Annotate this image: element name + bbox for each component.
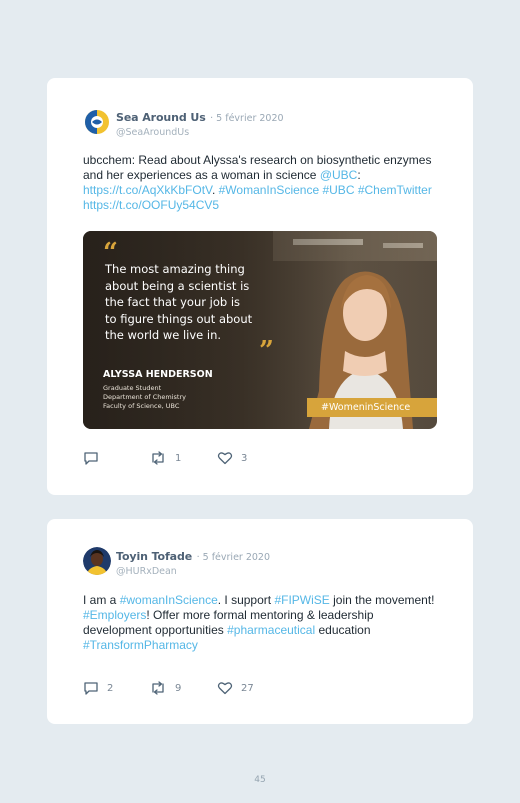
page-number: 45 <box>254 775 266 785</box>
retweet-icon <box>152 681 164 695</box>
heart-icon <box>217 682 233 695</box>
hashtag-link[interactable]: #FIPWiSE <box>274 593 329 607</box>
hashtag-link[interactable]: #ChemTwitter <box>358 183 432 197</box>
hashtag-link[interactable]: #Employers <box>83 608 146 622</box>
reply-icon <box>84 682 98 695</box>
retweet-count: 9 <box>175 682 182 694</box>
tweet-actions: 1 3 <box>83 451 247 465</box>
media-quote: The most amazing thing about being a sci… <box>105 261 285 344</box>
role-line: Graduate Student <box>103 384 162 392</box>
author-name[interactable]: Toyin Tofade <box>116 550 192 563</box>
reply-button[interactable] <box>83 451 149 465</box>
like-button[interactable]: 3 <box>217 451 247 465</box>
url-link[interactable]: https://t.co/AqXkKbFOtV <box>83 183 212 197</box>
sea-around-us-logo-icon <box>83 108 111 136</box>
text-segment: . I support <box>217 593 275 607</box>
hashtag-link[interactable]: #UBC <box>322 183 354 197</box>
avatar[interactable] <box>83 108 111 136</box>
role-line: Faculty of Science, UBC <box>103 402 180 410</box>
tweet-card-2: Toyin Tofade · 5 février 2020 @HURxDean … <box>47 519 473 724</box>
hashtag-link[interactable]: #TransformPharmacy <box>83 638 198 652</box>
tweet-card-1: Sea Around Us · 5 février 2020 @SeaAroun… <box>47 78 473 495</box>
banner-text: #WomeninScience <box>321 402 411 413</box>
heart-icon <box>217 452 233 465</box>
role-line: Department of Chemistry <box>103 393 186 401</box>
mention-link[interactable]: @UBC <box>320 168 358 182</box>
tweet-media-image[interactable]: “ ” The most amazing thing about being a… <box>83 231 437 429</box>
retweet-button[interactable]: 1 <box>149 451 217 465</box>
profile-photo-icon <box>83 547 111 575</box>
retweet-button[interactable]: 9 <box>149 681 217 695</box>
reply-button[interactable]: 2 <box>83 681 149 695</box>
retweet-count: 1 <box>175 452 182 464</box>
tweet-text: ubcchem: Read about Alyssa's research on… <box>83 153 443 213</box>
tweet-actions: 2 9 27 <box>83 681 254 695</box>
text-segment: . <box>211 183 219 197</box>
author-name[interactable]: Sea Around Us <box>116 111 206 124</box>
text-segment: join the movement! <box>329 593 435 607</box>
hashtag-link[interactable]: #womanInScience <box>120 593 218 607</box>
author-handle[interactable]: @HURxDean <box>116 566 270 577</box>
retweet-icon <box>152 451 164 465</box>
hashtag-link[interactable]: #pharmaceutical <box>227 623 315 637</box>
tweet-text: I am a #womanInScience. I support #FIPWi… <box>83 593 443 653</box>
reply-count: 2 <box>107 682 114 694</box>
quote-line: The most amazing thing <box>105 262 245 276</box>
text-segment: education <box>315 623 371 637</box>
url-link[interactable]: https://t.co/OOFUy54CV5 <box>83 198 219 212</box>
tweet-date: · 5 février 2020 <box>210 113 284 124</box>
text-segment: I am a <box>83 593 120 607</box>
text-segment: : <box>357 168 361 182</box>
reply-icon <box>84 452 98 465</box>
like-button[interactable]: 27 <box>217 681 254 695</box>
hashtag-link[interactable]: #WomanInScience <box>219 183 320 197</box>
quote-line: about being a scientist is <box>105 278 250 293</box>
text-segment: ubcchem: Read about Alyssa's research on… <box>83 153 432 182</box>
like-count: 27 <box>241 682 254 694</box>
quote-line: the world we live in. <box>105 328 222 342</box>
author-handle[interactable]: @SeaAroundUs <box>116 127 284 138</box>
quote-line: to figure things out about <box>105 311 253 326</box>
avatar[interactable] <box>83 547 111 575</box>
tweet-date: · 5 février 2020 <box>196 552 271 563</box>
media-hashtag-banner: #WomeninScience <box>307 398 437 417</box>
media-person-name: ALYSSA HENDERSON <box>103 369 213 380</box>
media-person-role: Graduate Student Department of Chemistry… <box>103 384 186 411</box>
quote-line: the fact that your job is <box>105 295 241 309</box>
like-count: 3 <box>241 452 248 464</box>
